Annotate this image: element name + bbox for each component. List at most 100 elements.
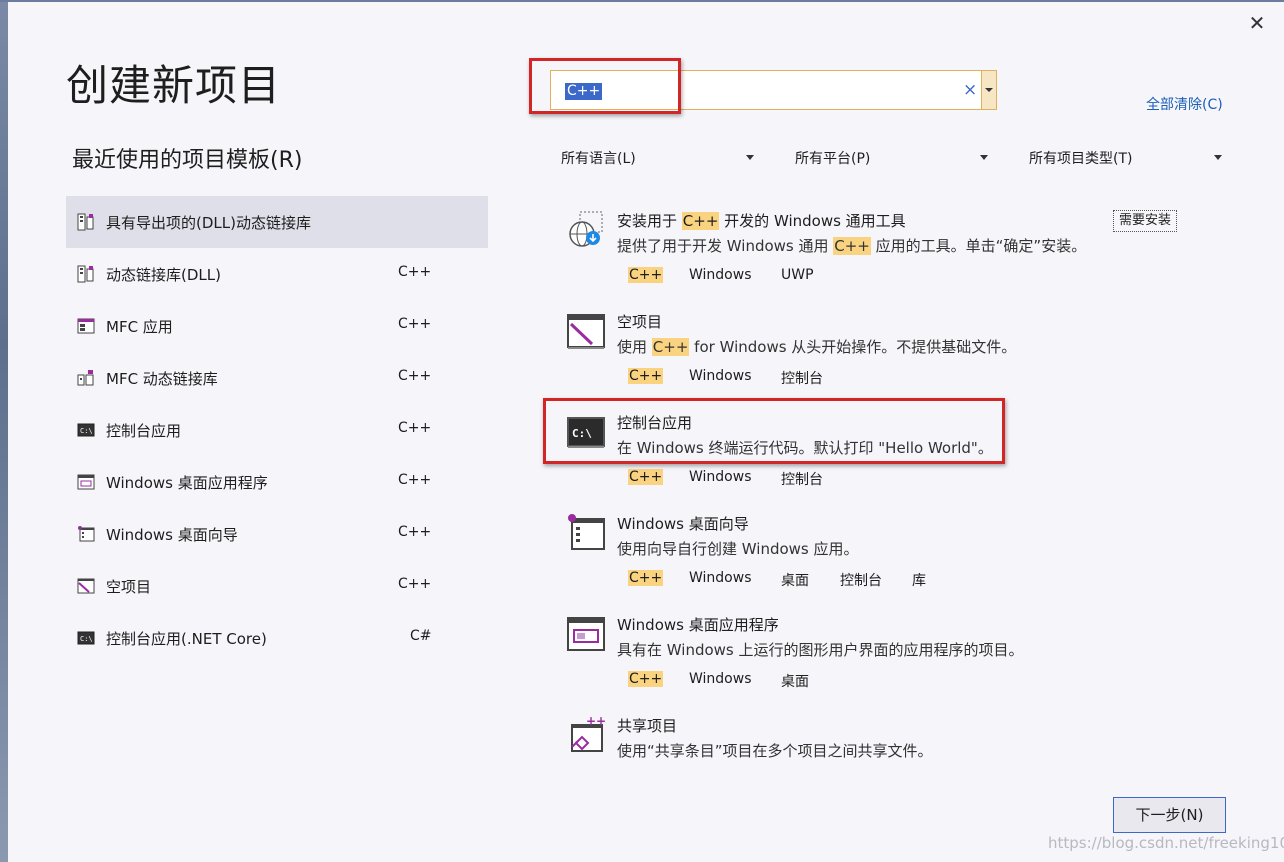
result-desktop-app[interactable]: Windows 桌面应用程序 具有在 Windows 上运行的图形用户界面的应用… <box>560 604 1200 704</box>
result-title: 安装用于 C++ 开发的 Windows 通用工具 <box>617 210 906 231</box>
result-description: 使用“共享条目”项目在多个项目之间共享文件。 <box>617 742 933 760</box>
recent-templates-heading: 最近使用的项目模板(R) <box>72 148 303 173</box>
tag: 控制台 <box>781 371 823 387</box>
recent-item-lang: C++ <box>398 472 432 488</box>
needs-install-badge: 需要安装 <box>1113 210 1177 232</box>
recent-item-empty-project[interactable]: 空项目 C++ <box>66 560 488 612</box>
chevron-down-icon <box>985 88 993 92</box>
recent-item-dll[interactable]: 动态链接库(DLL) C++ <box>66 248 488 300</box>
annotation-box-console-app <box>543 398 1005 464</box>
result-install-cpp-uwp-tools[interactable]: 安装用于 C++ 开发的 Windows 通用工具 提供了用于开发 Window… <box>560 200 1200 300</box>
desktop-app-icon <box>77 474 95 490</box>
recent-item-lang: C++ <box>398 576 432 592</box>
next-button[interactable]: 下一步(N) <box>1113 797 1226 833</box>
recent-item-label: 控制台应用(.NET Core) <box>106 630 267 648</box>
desktop-app-icon <box>567 617 605 651</box>
watermark: https://blog.csdn.net/freeking101 <box>1048 834 1284 852</box>
clear-search-icon[interactable]: × <box>963 80 977 100</box>
dll-icon <box>77 265 94 283</box>
mfc-app-icon <box>77 318 95 334</box>
recent-item-console-app[interactable]: C:\ 控制台应用 C++ <box>66 404 488 456</box>
result-desc-prefix: 使用 <box>617 338 652 356</box>
recent-item-mfc-dll[interactable]: MFC 动态链接库 C++ <box>66 352 488 404</box>
result-title: Windows 桌面向导 <box>617 515 749 533</box>
chevron-down-icon <box>980 155 988 160</box>
chevron-down-icon <box>746 155 754 160</box>
result-title-prefix: 安装用于 <box>617 212 682 230</box>
recent-item-mfc-app[interactable]: MFC 应用 C++ <box>66 300 488 352</box>
tag: Windows <box>689 570 752 586</box>
language-filter[interactable]: 所有语言(L) <box>561 148 757 168</box>
result-title: 共享项目 <box>617 717 678 735</box>
page-title: 创建新项目 <box>66 61 282 110</box>
result-description: 具有在 Windows 上运行的图形用户界面的应用程序的项目。 <box>617 641 1024 659</box>
recent-item-label: Windows 桌面向导 <box>106 526 238 544</box>
recent-item-lang: C++ <box>398 524 432 540</box>
background-window-strip <box>0 0 8 862</box>
recent-item-lang: C++ <box>398 264 432 280</box>
clear-all-link[interactable]: 全部清除(C) <box>1146 94 1223 114</box>
search-dropdown-button[interactable] <box>981 70 997 110</box>
recent-item-lang: C# <box>410 628 432 644</box>
recent-item-label: Windows 桌面应用程序 <box>106 474 268 492</box>
svg-text:C:\: C:\ <box>80 635 93 643</box>
annotation-box-search <box>529 58 681 114</box>
recent-item-dll-export[interactable]: 具有导出项的(DLL)动态链接库 <box>66 196 488 248</box>
tag: UWP <box>781 267 814 283</box>
result-description: 使用向导自行创建 Windows 应用。 <box>617 540 859 558</box>
desktop-wizard-icon <box>78 526 95 542</box>
result-desc-suffix: 应用的工具。单击“确定”安装。 <box>870 237 1087 255</box>
close-icon[interactable]: ✕ <box>1246 12 1268 34</box>
tag: 库 <box>912 573 926 589</box>
tag: Windows <box>689 267 752 283</box>
result-description: 提供了用于开发 Windows 通用 C++ 应用的工具。单击“确定”安装。 <box>617 235 1086 256</box>
search-highlight: C++ <box>833 237 871 255</box>
search-highlight: C++ <box>651 338 690 356</box>
svg-text:C:\: C:\ <box>80 427 93 435</box>
result-desc-prefix: 提供了用于开发 Windows 通用 <box>617 237 834 255</box>
platform-filter-label: 所有平台(P) <box>795 151 871 167</box>
tag: C++ <box>628 469 664 485</box>
recent-item-desktop-app[interactable]: Windows 桌面应用程序 C++ <box>66 456 488 508</box>
recent-item-label: MFC 动态链接库 <box>106 370 218 388</box>
console-app-icon: C:\ <box>77 631 95 645</box>
result-title-suffix: 开发的 Windows 通用工具 <box>719 212 906 230</box>
recent-item-label: MFC 应用 <box>106 318 173 336</box>
recent-item-label: 控制台应用 <box>106 422 182 440</box>
result-empty-project[interactable]: 空项目 使用 C++ for Windows 从头开始操作。不提供基础文件。 C… <box>560 301 1200 401</box>
platform-filter[interactable]: 所有平台(P) <box>795 148 991 168</box>
result-title: 空项目 <box>617 313 663 331</box>
empty-project-icon <box>77 578 95 594</box>
tag: C++ <box>628 368 664 384</box>
tag: 桌面 <box>781 674 809 690</box>
project-type-filter[interactable]: 所有项目类型(T) <box>1029 148 1225 168</box>
recent-item-label: 具有导出项的(DLL)动态链接库 <box>106 214 311 232</box>
empty-project-icon <box>567 314 605 349</box>
tag: Windows <box>689 469 752 485</box>
tag: C++ <box>628 267 664 283</box>
recent-item-console-netcore[interactable]: C:\ 控制台应用(.NET Core) C# <box>66 612 488 664</box>
tag: Windows <box>689 671 752 687</box>
tag: 控制台 <box>840 573 882 589</box>
result-description: 使用 C++ for Windows 从头开始操作。不提供基础文件。 <box>617 336 1016 357</box>
tag: C++ <box>628 570 664 586</box>
result-desktop-wizard[interactable]: Windows 桌面向导 使用向导自行创建 Windows 应用。 C++ Wi… <box>560 503 1200 603</box>
recent-item-lang: C++ <box>398 368 432 384</box>
result-desc-suffix: for Windows 从头开始操作。不提供基础文件。 <box>689 338 1017 356</box>
desktop-wizard-icon <box>568 514 605 550</box>
tag: C++ <box>628 671 664 687</box>
search-highlight: C++ <box>681 212 720 230</box>
dll-export-icon <box>77 213 94 231</box>
recent-item-label: 空项目 <box>106 578 152 596</box>
console-app-icon: C:\ <box>77 423 95 437</box>
mfc-dll-icon <box>77 370 94 386</box>
recent-templates-list: 具有导出项的(DLL)动态链接库 动态链接库(DLL) C++ MFC 应用 C… <box>66 196 488 664</box>
shared-project-icon: ++ <box>571 715 606 752</box>
tag: 桌面 <box>781 573 809 589</box>
svg-text:++: ++ <box>586 715 606 728</box>
result-shared-project[interactable]: ++ 共享项目 使用“共享条目”项目在多个项目之间共享文件。 <box>560 705 1200 805</box>
project-type-filter-label: 所有项目类型(T) <box>1029 151 1133 167</box>
tag: 控制台 <box>781 472 823 488</box>
recent-item-desktop-wizard[interactable]: Windows 桌面向导 C++ <box>66 508 488 560</box>
tag: Windows <box>689 368 752 384</box>
